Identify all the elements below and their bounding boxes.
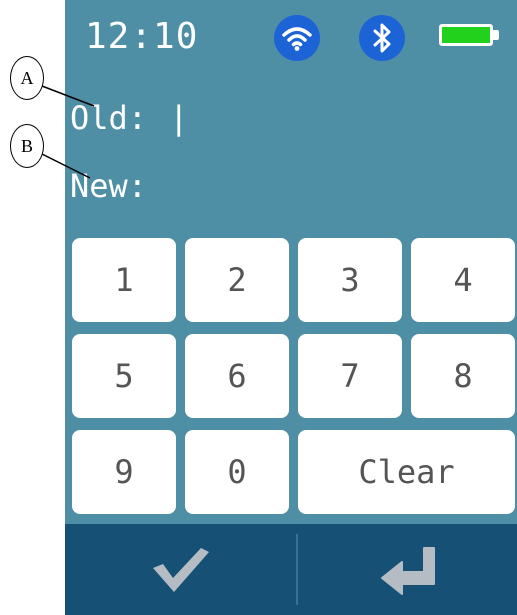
bottom-bar bbox=[65, 524, 517, 615]
key-4[interactable]: 4 bbox=[411, 238, 515, 322]
bluetooth-icon bbox=[359, 15, 405, 61]
old-field[interactable]: Old: | bbox=[70, 96, 188, 140]
key-0[interactable]: 0 bbox=[185, 430, 289, 514]
key-5[interactable]: 5 bbox=[72, 334, 176, 418]
wifi-icon bbox=[274, 15, 320, 61]
key-3[interactable]: 3 bbox=[298, 238, 402, 322]
page: 12:10 Old: | New: 1 2 3 4 5 6 7 8 9 0 Cl… bbox=[0, 0, 517, 615]
checkmark-icon bbox=[152, 547, 209, 592]
key-9[interactable]: 9 bbox=[72, 430, 176, 514]
key-8[interactable]: 8 bbox=[411, 334, 515, 418]
clock: 12:10 bbox=[85, 16, 199, 57]
device-screen: 12:10 Old: | New: 1 2 3 4 5 6 7 8 9 0 Cl… bbox=[65, 0, 517, 615]
text-cursor: | bbox=[169, 99, 189, 137]
callout-b: B bbox=[10, 124, 44, 168]
new-field[interactable]: New: bbox=[70, 164, 147, 208]
clear-button[interactable]: Clear bbox=[298, 430, 515, 514]
battery-tip bbox=[493, 30, 499, 40]
new-label: New: bbox=[70, 167, 148, 205]
enter-button[interactable] bbox=[298, 524, 517, 615]
battery-full-icon bbox=[439, 24, 493, 46]
old-label: Old: bbox=[70, 99, 148, 137]
key-7[interactable]: 7 bbox=[298, 334, 402, 418]
keypad: 1 2 3 4 5 6 7 8 9 0 Clear bbox=[72, 238, 515, 514]
key-2[interactable]: 2 bbox=[185, 238, 289, 322]
key-6[interactable]: 6 bbox=[185, 334, 289, 418]
enter-return-icon bbox=[380, 546, 435, 595]
key-1[interactable]: 1 bbox=[72, 238, 176, 322]
confirm-button[interactable] bbox=[65, 524, 296, 615]
status-bar: 12:10 bbox=[65, 0, 517, 78]
callout-a: A bbox=[10, 56, 44, 100]
